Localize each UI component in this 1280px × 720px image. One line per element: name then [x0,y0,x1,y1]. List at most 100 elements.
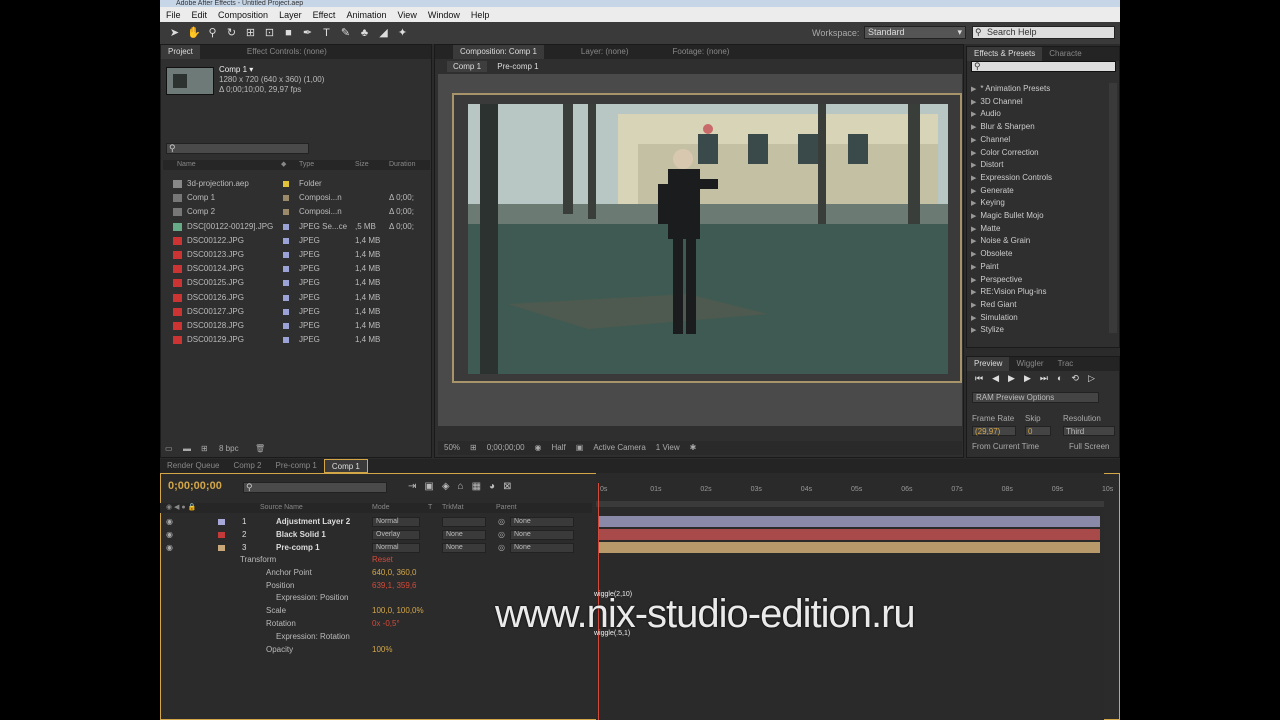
pickwhip-icon[interactable]: ◎ [498,528,505,541]
label-color[interactable] [283,237,289,244]
property-row-7[interactable]: Opacity 100% [160,643,592,656]
menu-composition[interactable]: Composition [218,10,268,20]
parent-select[interactable]: None [510,517,574,527]
label-color[interactable] [283,266,289,273]
breadcrumb-comp1[interactable]: Comp 1 [447,61,488,72]
loop-icon[interactable]: ⟲ [1071,373,1079,384]
mode-select[interactable]: Overlay [372,530,420,540]
tab-comp1[interactable]: Comp 1 [323,459,368,473]
mode-select[interactable]: Normal [372,543,420,553]
effects-category-12[interactable]: ▶ Noise & Grain [971,235,1030,248]
from-current-time-checkbox[interactable]: From Current Time [972,442,1039,451]
motion-blur-icon[interactable]: ◕ [489,481,495,492]
pen-tool-icon[interactable]: ✒ [301,27,314,40]
play-icon[interactable]: ▶ [1008,373,1015,384]
label-color[interactable] [283,337,289,344]
parent-select[interactable]: None [510,543,574,553]
resolution-field[interactable]: Third [1063,426,1115,436]
effects-category-10[interactable]: ▶ Magic Bullet Mojo [971,210,1044,223]
label-column-icon[interactable]: ◆ [281,160,286,170]
label-color[interactable] [283,181,289,187]
puppet-tool-icon[interactable]: ✦ [396,27,409,40]
tab-preview[interactable]: Preview [967,357,1010,371]
zoom-tool-icon[interactable]: ⚲ [206,27,219,40]
effects-category-14[interactable]: ▶ Paint [971,261,999,274]
layer-row-2[interactable]: ◉ 2 Black Solid 1 Overlay None ◎ None [160,528,592,541]
comp-mini-flowchart-icon[interactable]: ⇥ [408,481,416,492]
snapshot-icon[interactable]: ◉ [535,441,542,455]
effects-category-17[interactable]: ▶ Red Giant [971,299,1016,312]
effects-category-3[interactable]: ▶ Blur & Sharpen [971,121,1035,134]
layer-row-1[interactable]: ◉ 1 Adjustment Layer 2 Normal ◎ None [160,515,592,528]
tab-composition[interactable]: Composition: Comp 1 [453,45,544,59]
menu-view[interactable]: View [397,10,416,20]
effects-category-18[interactable]: ▶ Simulation [971,312,1018,325]
project-item-0[interactable]: 3d-projection.aep Folder [163,177,430,191]
new-folder-icon[interactable]: ▬ [183,443,191,455]
effects-category-8[interactable]: ▶ Generate [971,185,1014,198]
eye-icon[interactable]: ◉ [166,515,173,528]
clone-stamp-tool-icon[interactable]: ♣ [358,27,371,40]
property-value[interactable]: 640,0, 360,0 [372,566,416,579]
bpc-label[interactable]: 8 bpc [219,443,239,455]
menu-window[interactable]: Window [428,10,460,20]
trkmat-select[interactable]: None [442,543,486,553]
ram-preview-icon[interactable]: ▷ [1088,373,1095,384]
parent-select[interactable]: None [510,530,574,540]
frame-blending-icon[interactable]: ▦ [472,481,481,492]
ram-preview-options-select[interactable]: RAM Preview Options [972,392,1099,403]
frame-rate-field[interactable]: (29,97) [972,426,1016,436]
label-color[interactable] [283,308,289,315]
roi-icon[interactable]: ▣ [576,441,584,455]
text-tool-icon[interactable]: T [320,27,333,40]
effects-category-13[interactable]: ▶ Obsolete [971,248,1012,261]
property-row-1[interactable]: Anchor Point 640,0, 360,0 [160,566,592,579]
menu-effect[interactable]: Effect [313,10,336,20]
col-size[interactable]: Size [355,160,369,170]
effects-search-input[interactable]: ⚲ [971,61,1116,72]
tab-effects-presets[interactable]: Effects & Presets [967,47,1043,61]
full-screen-checkbox[interactable]: Full Screen [1069,442,1109,451]
trkmat-select[interactable] [442,517,486,527]
layer-name[interactable]: Adjustment Layer 2 [276,515,350,528]
effects-category-19[interactable]: ▶ Stylize [971,324,1004,337]
menu-file[interactable]: File [166,10,181,20]
col-duration[interactable]: Duration [389,160,415,170]
mode-select[interactable]: Normal [372,517,420,527]
breadcrumb-precomp1[interactable]: Pre-comp 1 [497,62,538,71]
project-item-8[interactable]: DSC00126.JPG JPEG 1,4 MB [163,291,430,305]
rotate-tool-icon[interactable]: ↻ [225,27,238,40]
effects-category-16[interactable]: ▶ RE:Vision Plug-ins [971,286,1047,299]
live-update-icon[interactable]: ▣ [424,481,433,492]
col-source-name[interactable]: Source Name [260,503,303,513]
new-comp-icon[interactable]: ⊞ [201,443,208,455]
label-color[interactable] [283,294,289,301]
selection-tool-icon[interactable]: ➤ [168,27,181,40]
project-item-3[interactable]: DSC[00122-00129].JPG JPEG Se...ce ,5 MB Δ 0… [163,220,430,234]
label-color[interactable] [283,252,289,258]
pickwhip-icon[interactable]: ◎ [498,515,505,528]
tab-layer[interactable]: Layer: (none) [574,45,636,59]
col-name[interactable]: Name [177,160,196,170]
tab-effect-controls[interactable]: Effect Controls: (none) [240,45,334,59]
resolution-select[interactable]: Half [552,441,566,455]
effects-category-5[interactable]: ▶ Color Correction [971,147,1039,160]
camera-tool-icon[interactable]: ⊞ [244,27,257,40]
label-color[interactable] [283,209,289,216]
property-row-2[interactable]: Position 639,1, 359,6 [160,579,592,592]
draft-3d-icon[interactable]: ◈ [442,481,450,492]
rectangle-tool-icon[interactable]: ■ [282,27,295,40]
tab-precomp1[interactable]: Pre-comp 1 [269,459,324,473]
label-color[interactable] [283,323,289,329]
skip-field[interactable]: 0 [1025,426,1051,436]
comp-name[interactable]: Comp 1 ▾ [219,65,324,75]
effects-category-6[interactable]: ▶ Distort [971,159,1004,172]
menu-animation[interactable]: Animation [346,10,386,20]
tab-project[interactable]: Project [161,45,200,59]
viewer-timecode[interactable]: 0;00;00;00 [487,441,525,455]
prev-frame-icon[interactable]: ◀ [992,373,999,384]
property-value[interactable]: 639,1, 359,6 [372,579,416,592]
project-item-4[interactable]: DSC00122.JPG JPEG 1,4 MB [163,234,430,248]
eye-icon[interactable]: ◉ [166,528,173,541]
layer-label-color[interactable] [218,532,225,538]
